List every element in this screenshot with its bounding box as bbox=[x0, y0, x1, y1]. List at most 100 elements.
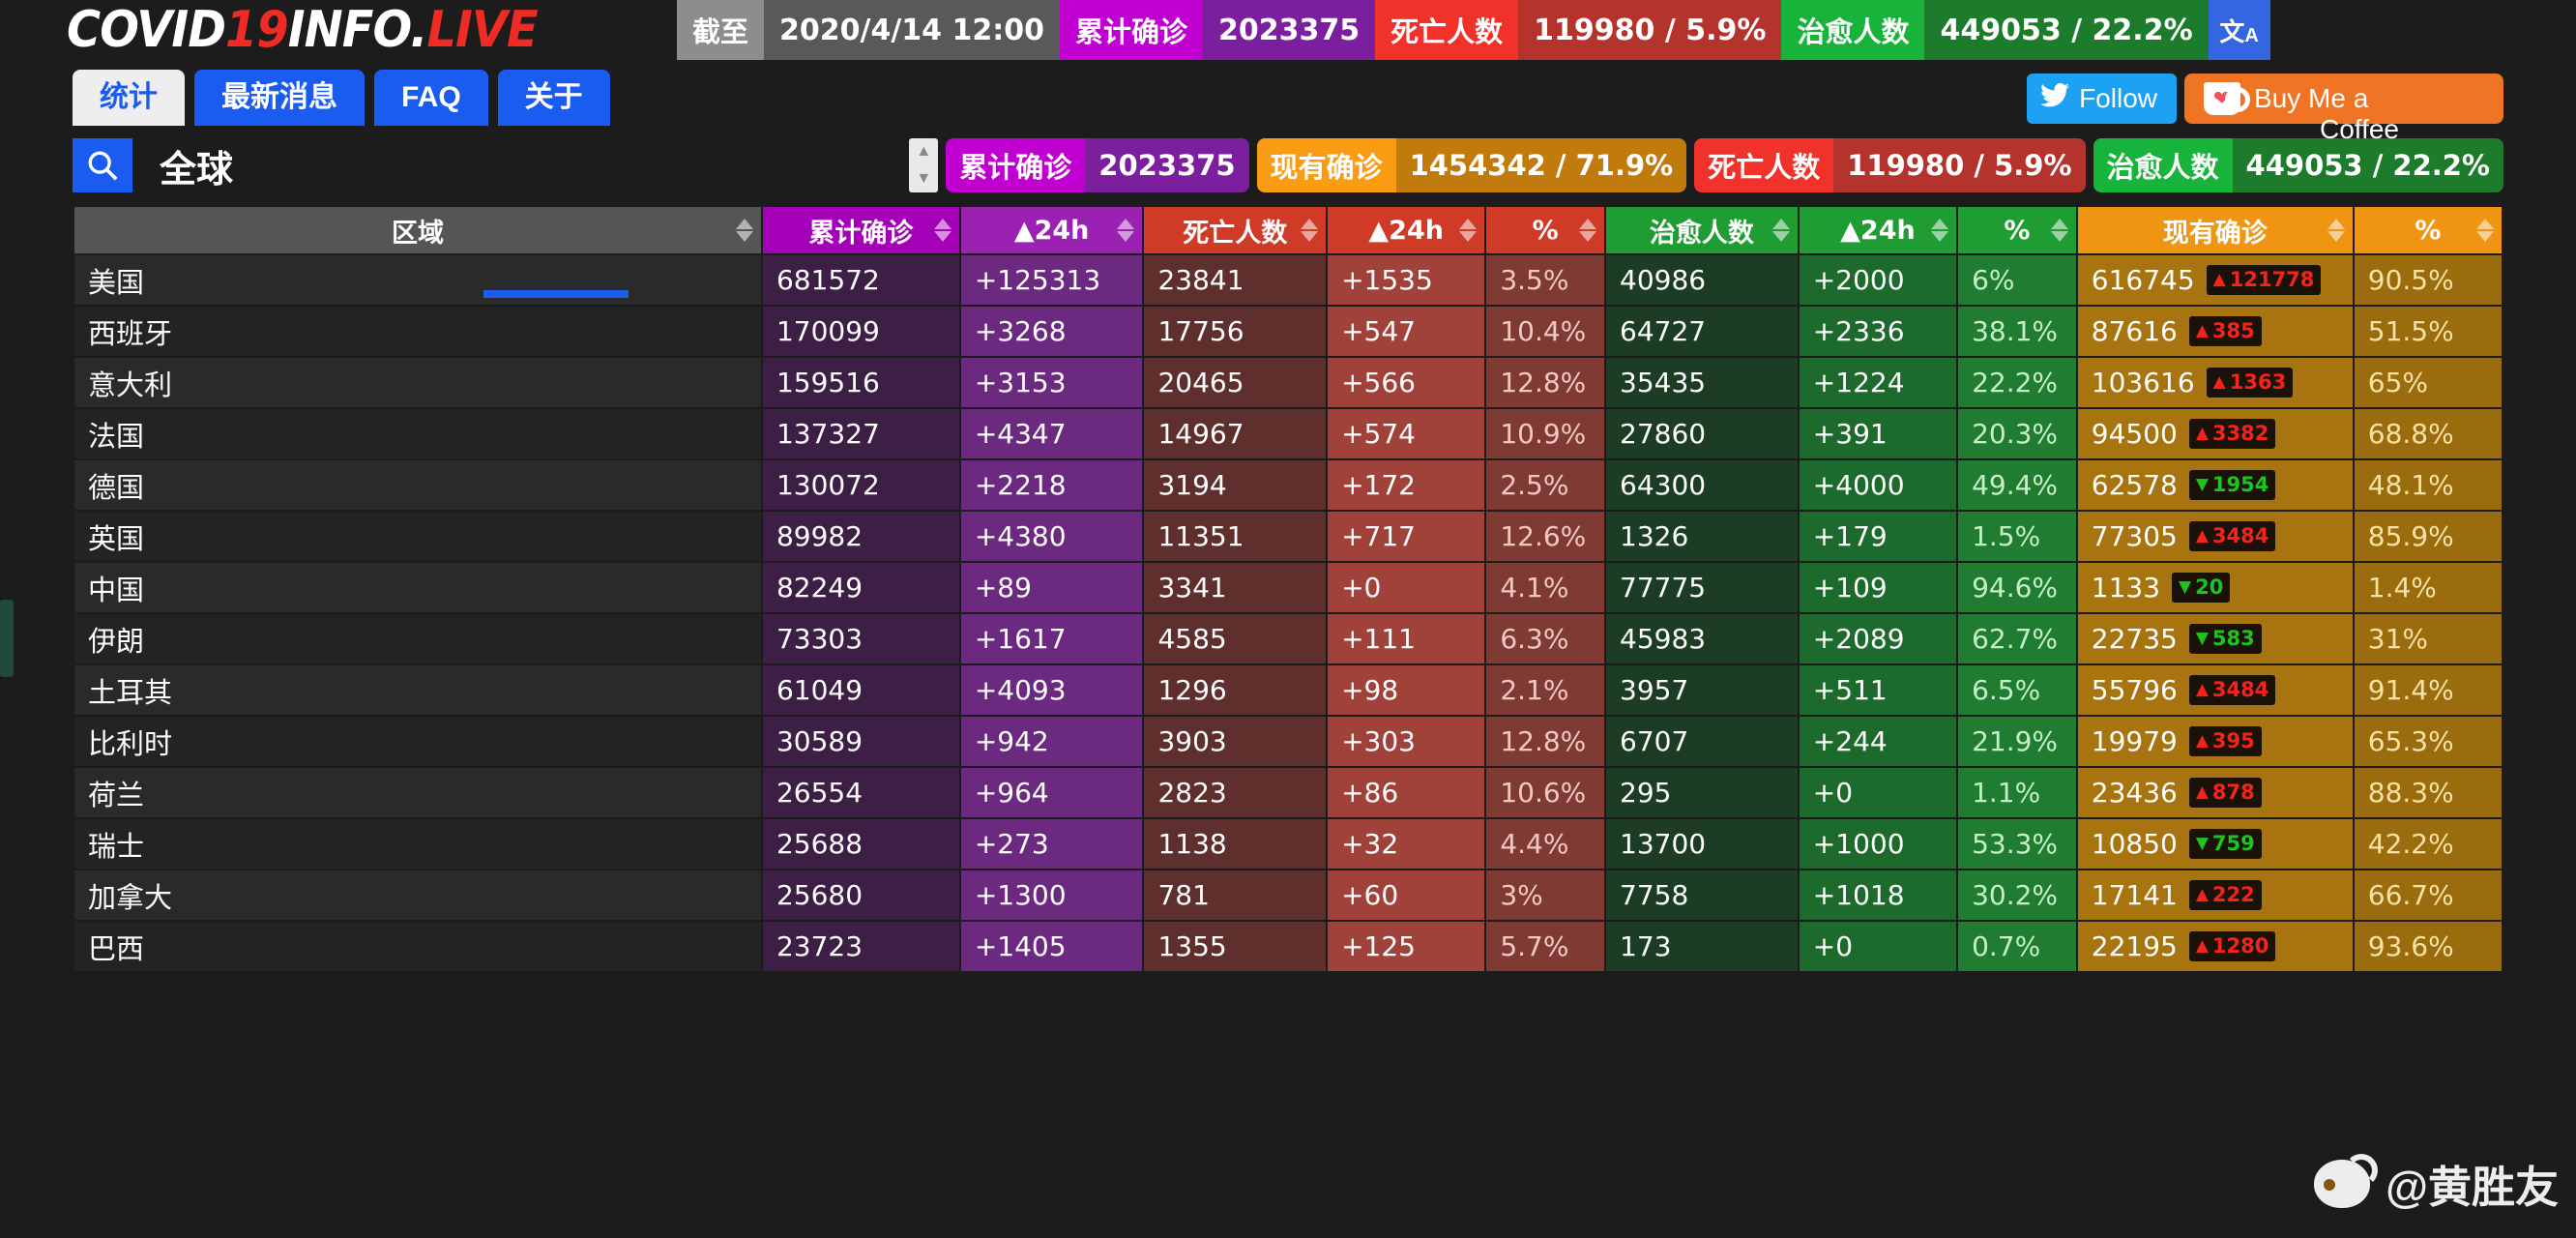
table-row[interactable]: 比利时 30589 +942 3903 +303 12.8% 6707 +244 21.9% 19… bbox=[74, 717, 2502, 766]
cell-active: 10850 ▼ 759 bbox=[2077, 819, 2353, 869]
cell-confirmed: 681572 bbox=[762, 255, 959, 305]
sort-icon-region[interactable] bbox=[735, 219, 753, 242]
sort-icon-active[interactable] bbox=[2327, 219, 2345, 242]
col-header-deaths-24h[interactable]: ▲24h bbox=[1328, 207, 1485, 253]
col-header-confirmed[interactable]: 累计确诊 bbox=[762, 207, 959, 253]
table-row[interactable]: 荷兰 26554 +964 2823 +86 10.6% 295 +0 1.1% 23436 ▲ 87… bbox=[74, 768, 2502, 817]
col-header-confirmed-24h-label: ▲24h bbox=[1013, 215, 1090, 246]
cell-active: 22195 ▲ 1280 bbox=[2077, 922, 2353, 971]
cell-recovered-24h: +2336 bbox=[1799, 307, 1957, 356]
table-row[interactable]: 西班牙 170099 +3268 17756 +547 10.4% 64727 +2336 38… bbox=[74, 307, 2502, 356]
cell-confirmed-24h: +125313 bbox=[960, 255, 1143, 305]
sort-icon-deaths-24h[interactable] bbox=[1459, 219, 1478, 242]
active-delta-badge: ▲ 878 bbox=[2188, 778, 2262, 808]
arrow-down-icon: ▼ bbox=[2195, 475, 2209, 494]
summary-chip-confirmed[interactable]: 累计确诊 2023375 bbox=[946, 138, 1249, 192]
col-header-confirmed-24h[interactable]: ▲24h bbox=[960, 207, 1143, 253]
cell-recovered-24h: +511 bbox=[1799, 665, 1957, 715]
col-header-active-pct[interactable]: % bbox=[2354, 207, 2502, 253]
weibo-icon bbox=[2314, 1153, 2379, 1208]
scroll-indicator[interactable] bbox=[0, 600, 14, 677]
active-delta-badge: ▲ 3382 bbox=[2188, 419, 2276, 449]
sort-icon-confirmed[interactable] bbox=[933, 219, 951, 242]
search-icon[interactable] bbox=[73, 138, 132, 192]
cell-active-pct: 51.5% bbox=[2354, 307, 2502, 356]
table-row[interactable]: 法国 137327 +4347 14967 +574 10.9% 27860 +391 20.3… bbox=[74, 409, 2502, 458]
sort-icon-death-pct[interactable] bbox=[1579, 219, 1597, 242]
covid-data-table: 区域 累计确诊 ▲24h 死亡人数 ▲24h % 治愈人数 ▲24h % 现有确… bbox=[73, 205, 2503, 973]
summary-active-label: 现有确诊 bbox=[1256, 138, 1396, 192]
cell-recovered-pct: 6% bbox=[1958, 255, 2076, 305]
cell-death-pct: 3.5% bbox=[1486, 255, 1605, 305]
cell-death-pct: 12.8% bbox=[1486, 358, 1605, 407]
table-row[interactable]: 意大利 159516 +3153 20465 +566 12.8% 35435 +1224 22… bbox=[74, 358, 2502, 407]
cell-death-pct: 6.3% bbox=[1486, 614, 1605, 663]
site-logo[interactable]: COVID 19 INFO. LIVE bbox=[0, 0, 623, 60]
active-delta-badge: ▲ 1280 bbox=[2188, 931, 2276, 961]
sort-icon-active-pct[interactable] bbox=[2476, 219, 2494, 242]
cell-deaths-24h: +547 bbox=[1328, 307, 1485, 356]
sort-icon-recovered-pct[interactable] bbox=[2050, 219, 2068, 242]
cell-confirmed-24h: +942 bbox=[960, 717, 1143, 766]
col-header-recovered-24h[interactable]: ▲24h bbox=[1799, 207, 1957, 253]
translate-icon[interactable]: 文A bbox=[2208, 0, 2270, 60]
sort-icon-confirmed-24h[interactable] bbox=[1117, 219, 1135, 242]
cell-active: 616745 ▲ 121778 bbox=[2077, 255, 2353, 305]
cell-recovered: 27860 bbox=[1606, 409, 1798, 458]
table-row[interactable]: 加拿大 25680 +1300 781 +60 3% 7758 +1018 30.2% 17141… bbox=[74, 870, 2502, 920]
tab-statistics[interactable]: 统计 bbox=[73, 69, 185, 126]
table-row[interactable]: 德国 130072 +2218 3194 +172 2.5% 64300 +4000 49.4%… bbox=[74, 460, 2502, 510]
cell-region: 美国 bbox=[74, 255, 761, 305]
cell-active-pct: 90.5% bbox=[2354, 255, 2502, 305]
col-header-recovered-pct-label: % bbox=[2004, 215, 2031, 246]
cell-deaths: 11351 bbox=[1144, 512, 1327, 561]
sort-icon-deaths[interactable] bbox=[1301, 219, 1319, 242]
active-delta-badge: ▲ 3484 bbox=[2188, 521, 2276, 551]
col-header-deaths[interactable]: 死亡人数 bbox=[1144, 207, 1327, 253]
active-value: 22735 bbox=[2091, 623, 2178, 655]
col-header-active[interactable]: 现有确诊 bbox=[2077, 207, 2353, 253]
active-delta-value: 583 bbox=[2211, 627, 2255, 651]
col-header-confirmed-label: 累计确诊 bbox=[808, 218, 914, 249]
summary-chip-recovered[interactable]: 治愈人数 449053 / 22.2% bbox=[2093, 138, 2503, 192]
tab-about[interactable]: 关于 bbox=[497, 69, 610, 126]
cell-deaths-24h: +111 bbox=[1328, 614, 1485, 663]
cell-deaths: 3194 bbox=[1144, 460, 1327, 510]
tab-faq[interactable]: FAQ bbox=[374, 69, 488, 126]
cell-region: 伊朗 bbox=[74, 614, 761, 663]
cell-active: 94500 ▲ 3382 bbox=[2077, 409, 2353, 458]
region-summary-row: 全球 ▲ ▼ 累计确诊 2023375 现有确诊 1454342 / 71.9%… bbox=[0, 126, 2576, 205]
cell-death-pct: 10.9% bbox=[1486, 409, 1605, 458]
cell-active: 17141 ▲ 222 bbox=[2077, 870, 2353, 920]
cell-recovered-24h: +391 bbox=[1799, 409, 1957, 458]
col-header-death-pct[interactable]: % bbox=[1486, 207, 1605, 253]
summary-stepper[interactable]: ▲ ▼ bbox=[909, 138, 939, 192]
table-row[interactable]: 英国 89982 +4380 11351 +717 12.6% 1326 +179 1.5% 77… bbox=[74, 512, 2502, 561]
table-row[interactable]: 伊朗 73303 +1617 4585 +111 6.3% 45983 +2089 62.7% 2… bbox=[74, 614, 2502, 663]
sort-icon-recovered-24h[interactable] bbox=[1931, 219, 1949, 242]
active-value: 10850 bbox=[2091, 828, 2178, 860]
col-header-recovered-pct[interactable]: % bbox=[1958, 207, 2076, 253]
summary-chip-active[interactable]: 现有确诊 1454342 / 71.9% bbox=[1256, 138, 1687, 192]
tab-news[interactable]: 最新消息 bbox=[194, 69, 365, 126]
twitter-follow-button[interactable]: Follow bbox=[2027, 74, 2177, 124]
table-row[interactable]: 瑞士 25688 +273 1138 +32 4.4% 13700 +1000 53.3% 108… bbox=[74, 819, 2502, 869]
summary-recovered-label: 治愈人数 bbox=[2093, 138, 2233, 192]
table-row[interactable]: 中国 82249 +89 3341 +0 4.1% 77775 +109 94.6% 1133 ▼ 2… bbox=[74, 563, 2502, 612]
arrow-down-icon: ▼ bbox=[2179, 577, 2192, 597]
table-row[interactable]: 美国 681572 +125313 23841 +1535 3.5% 40986 +2000 6… bbox=[74, 255, 2502, 305]
table-row[interactable]: 土耳其 61049 +4093 1296 +98 2.1% 3957 +511 6.5% 5579… bbox=[74, 665, 2502, 715]
cell-active: 62578 ▼ 1954 bbox=[2077, 460, 2353, 510]
col-header-region-label: 区域 bbox=[391, 218, 444, 249]
col-header-recovered[interactable]: 治愈人数 bbox=[1606, 207, 1798, 253]
cell-region: 比利时 bbox=[74, 717, 761, 766]
sort-icon-recovered[interactable] bbox=[1771, 219, 1790, 242]
table-row[interactable]: 巴西 23723 +1405 1355 +125 5.7% 173 +0 0.7% 22195 ▲ 1… bbox=[74, 922, 2502, 971]
summary-active-value: 1454342 / 71.9% bbox=[1395, 138, 1687, 192]
cell-recovered-24h: +244 bbox=[1799, 717, 1957, 766]
col-header-region[interactable]: 区域 bbox=[74, 207, 761, 253]
summary-chip-deaths[interactable]: 死亡人数 119980 / 5.9% bbox=[1694, 138, 2086, 192]
cell-recovered-pct: 94.6% bbox=[1958, 563, 2076, 612]
nav-tabs: 统计 最新消息 FAQ 关于 bbox=[73, 69, 610, 126]
cell-death-pct: 4.1% bbox=[1486, 563, 1605, 612]
